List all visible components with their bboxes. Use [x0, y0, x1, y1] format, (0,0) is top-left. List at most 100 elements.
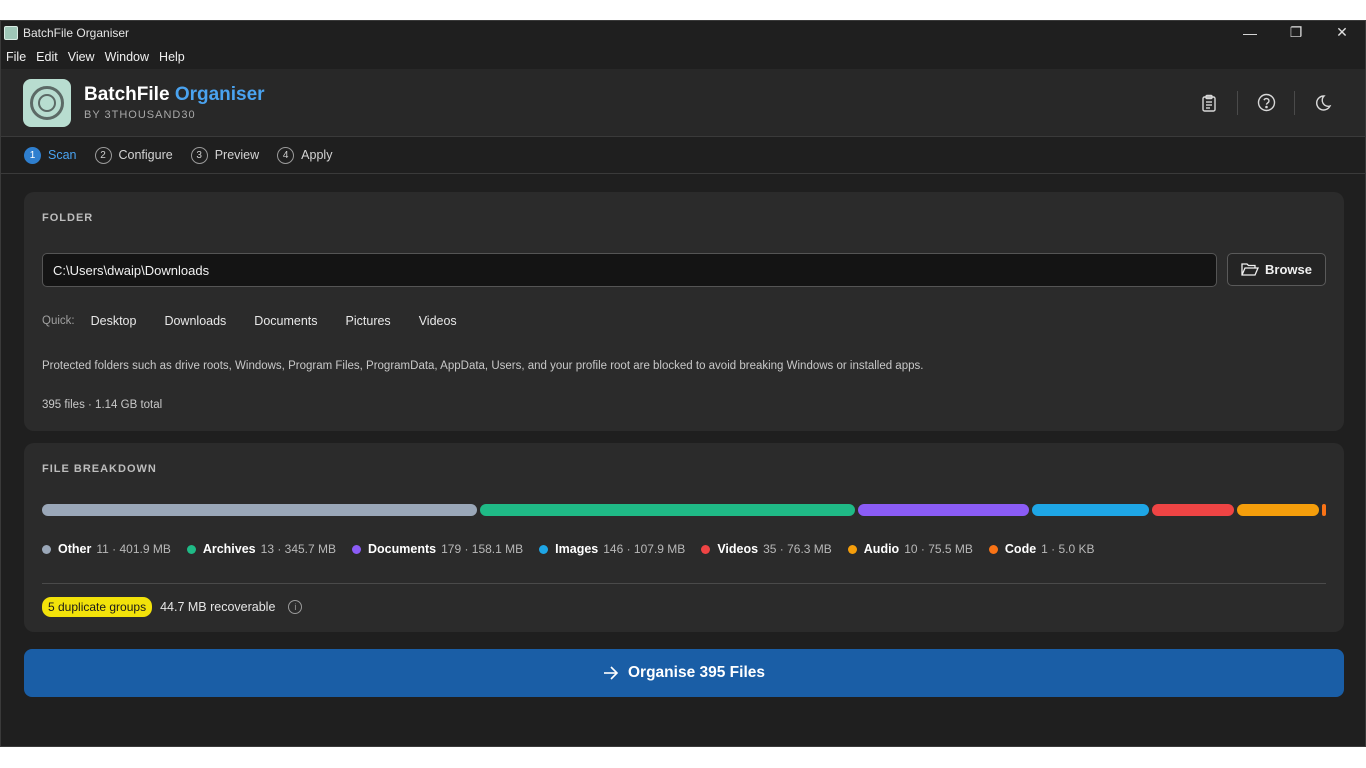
- duplicates-row: 5 duplicate groups 44.7 MB recoverable i: [42, 597, 303, 617]
- menu-help[interactable]: Help: [154, 50, 190, 64]
- bar-segment-other: [42, 504, 478, 516]
- legend-name: Videos: [717, 542, 759, 556]
- app-name-accent: Organiser: [174, 84, 265, 105]
- quick-desktop[interactable]: Desktop: [91, 314, 137, 328]
- step-number: 3: [190, 146, 208, 164]
- legend-dot: [988, 544, 998, 554]
- quick-folders: Quick: Desktop Downloads Documents Pictu…: [42, 314, 485, 328]
- help-button[interactable]: [1246, 83, 1286, 123]
- clipboard-button[interactable]: [1189, 83, 1229, 123]
- bar-segment-code: [1322, 504, 1326, 516]
- organise-button[interactable]: Organise 395 Files: [24, 649, 1344, 697]
- app-icon: [4, 25, 18, 40]
- step-apply[interactable]: 4 Apply: [277, 146, 333, 164]
- protected-folders-notice: Protected folders such as drive roots, W…: [42, 360, 924, 372]
- legend-item-archives: Archives 13 · 345.7 MB: [186, 542, 337, 556]
- step-number: 4: [277, 146, 295, 164]
- legend-item-code: Code 1 · 5.0 KB: [988, 542, 1095, 556]
- legend-name: Archives: [202, 542, 256, 556]
- tool-divider: [1294, 90, 1295, 115]
- bar-segment-videos: [1151, 504, 1235, 516]
- app-name: BatchFile Organiser: [84, 84, 265, 106]
- legend-dot: [847, 544, 857, 554]
- quick-documents[interactable]: Documents: [254, 314, 317, 328]
- quick-label: Quick:: [42, 315, 75, 327]
- step-label: Preview: [214, 148, 260, 162]
- step-label: Apply: [301, 148, 333, 162]
- step-number: 2: [94, 146, 112, 164]
- legend-stat: 146 · 107.9 MB: [603, 542, 686, 556]
- legend-stat: 1 · 5.0 KB: [1041, 542, 1095, 556]
- quick-downloads[interactable]: Downloads: [164, 314, 226, 328]
- app-logo: [23, 78, 71, 127]
- breakdown-title: FILE BREAKDOWN: [42, 463, 157, 475]
- legend-item-documents: Documents 179 · 158.1 MB: [352, 542, 523, 556]
- app-header: BatchFile Organiser BY 3THOUSAND30: [1, 69, 1365, 137]
- legend-name: Audio: [863, 542, 900, 556]
- quick-pictures[interactable]: Pictures: [346, 314, 391, 328]
- legend-stat: 13 · 345.7 MB: [260, 542, 337, 556]
- step-preview[interactable]: 3 Preview: [190, 146, 260, 164]
- moon-icon: [1316, 94, 1332, 111]
- menu-view[interactable]: View: [63, 50, 100, 64]
- step-configure[interactable]: 2 Configure: [94, 146, 173, 164]
- legend-name: Other: [58, 542, 92, 556]
- legend-name: Documents: [368, 542, 437, 556]
- menu-window[interactable]: Window: [100, 50, 154, 64]
- menu-bar: File Edit View Window Help: [1, 44, 1365, 69]
- step-scan[interactable]: 1 Scan: [24, 146, 77, 164]
- breakdown-bar: [42, 504, 1326, 516]
- legend-item-images: Images 146 · 107.9 MB: [539, 542, 685, 556]
- breakdown-divider: [42, 583, 1326, 584]
- legend-name: Code: [1004, 542, 1037, 556]
- window-title: BatchFile Organiser: [23, 25, 130, 40]
- step-label: Configure: [118, 148, 173, 162]
- folder-open-icon: [1241, 263, 1260, 276]
- folder-totals: 395 files · 1.14 GB total: [42, 399, 163, 411]
- restore-button[interactable]: ❐: [1273, 21, 1319, 44]
- minimize-button[interactable]: —: [1227, 21, 1273, 44]
- stepper: 1 Scan 2 Configure 3 Preview 4 Apply: [1, 137, 1365, 174]
- legend-dot: [701, 544, 711, 554]
- menu-file[interactable]: File: [1, 50, 31, 64]
- legend-stat: 35 · 76.3 MB: [763, 542, 832, 556]
- legend-dot: [352, 544, 362, 554]
- folder-card: FOLDER C:\Users\dwaip\Downloads Browse Q…: [24, 192, 1344, 431]
- file-breakdown-card: FILE BREAKDOWN Other 11 · 401.9 MB Archive…: [24, 443, 1344, 632]
- app-window: BatchFile Organiser — ❐ ✕ File Edit View…: [0, 20, 1366, 747]
- bar-segment-images: [1031, 504, 1149, 516]
- legend-name: Images: [555, 542, 599, 556]
- folder-title: FOLDER: [42, 212, 94, 224]
- breakdown-legend: Other 11 · 401.9 MB Archives 13 · 345.7 MB D…: [42, 542, 1111, 556]
- title-bar: BatchFile Organiser — ❐ ✕: [1, 21, 1365, 44]
- legend-stat: 11 · 401.9 MB: [96, 542, 171, 556]
- bar-segment-audio: [1237, 504, 1320, 516]
- tool-divider: [1237, 90, 1238, 115]
- legend-item-audio: Audio 10 · 75.5 MB: [847, 542, 973, 556]
- info-icon[interactable]: i: [288, 600, 303, 614]
- brand: BatchFile Organiser BY 3THOUSAND30: [84, 84, 265, 121]
- legend-dot: [186, 544, 196, 554]
- theme-toggle-button[interactable]: [1303, 83, 1343, 123]
- organise-label: Organise 395 Files: [628, 664, 765, 681]
- bar-segment-documents: [857, 504, 1029, 516]
- legend-item-other: Other 11 · 401.9 MB: [42, 542, 171, 556]
- duplicate-groups-badge[interactable]: 5 duplicate groups: [42, 597, 153, 617]
- legend-dot: [42, 544, 51, 554]
- step-number: 1: [24, 146, 41, 164]
- step-label: Scan: [48, 148, 77, 162]
- browse-label: Browse: [1265, 262, 1312, 277]
- legend-dot: [539, 544, 549, 554]
- bar-segment-archives: [480, 504, 855, 516]
- byline: BY 3THOUSAND30: [84, 109, 196, 121]
- close-button[interactable]: ✕: [1319, 21, 1365, 44]
- quick-videos[interactable]: Videos: [419, 314, 457, 328]
- arrow-right-icon: [604, 666, 619, 680]
- menu-edit[interactable]: Edit: [31, 50, 63, 64]
- app-name-main: BatchFile: [84, 84, 170, 105]
- folder-path-input[interactable]: C:\Users\dwaip\Downloads: [42, 253, 1217, 287]
- logo-gear-icon: [30, 85, 64, 120]
- browse-button[interactable]: Browse: [1227, 253, 1326, 286]
- legend-stat: 179 · 158.1 MB: [441, 542, 524, 556]
- legend-item-videos: Videos 35 · 76.3 MB: [701, 542, 832, 556]
